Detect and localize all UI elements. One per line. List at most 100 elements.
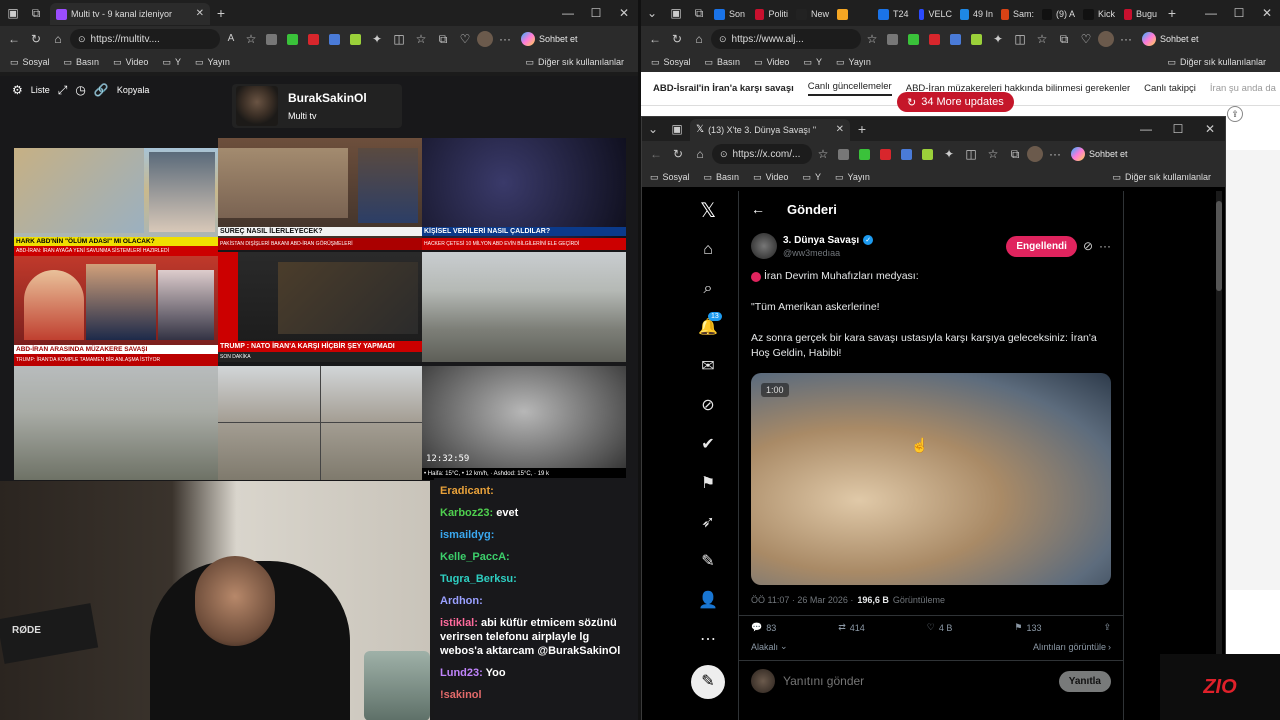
bookmarks-icon[interactable]: ⚑ — [688, 464, 728, 503]
bookmark-basin[interactable]: ▭ Basın — [704, 172, 740, 183]
extension-1-icon[interactable] — [838, 148, 849, 160]
video-tile-1[interactable]: HARK ABD'NİN "ÖLÜM ADASI" MI OLACAK? ABD… — [14, 148, 218, 256]
close-tab-icon[interactable]: ✕ — [196, 9, 204, 19]
favorites-icon[interactable]: ☆ — [983, 148, 1003, 160]
scrollbar-thumb[interactable] — [1216, 201, 1222, 291]
sort-dropdown[interactable]: Alakalı ⌄ — [751, 641, 788, 652]
bookmark-sosyal[interactable]: ▭ Sosyal — [651, 57, 691, 68]
extension-2-icon[interactable] — [908, 33, 919, 45]
new-tab-icon[interactable]: + — [1162, 6, 1182, 20]
bookmark-video[interactable]: ▭ Video — [113, 57, 148, 68]
chat-username[interactable]: ismaildyg: — [440, 529, 494, 541]
copy-button[interactable]: Kopyala — [117, 85, 150, 95]
new-tab-icon[interactable]: + — [210, 6, 232, 20]
home-icon[interactable]: ⌂ — [688, 230, 728, 269]
bookmark-yayin[interactable]: ▭ Yayın — [836, 57, 871, 68]
minimize-icon[interactable]: — — [1131, 123, 1161, 135]
video-tile-9[interactable]: 12:32:59 • Haifa: 15°C, • 12 km/h, · Ash… — [422, 366, 626, 480]
chat-username[interactable]: istiklal: — [440, 617, 478, 629]
bookmark-video[interactable]: ▭ Video — [753, 172, 788, 183]
back-icon[interactable]: ← — [645, 33, 665, 45]
right-tab[interactable]: Son — [711, 3, 750, 25]
split-screen-icon[interactable]: ◫ — [389, 33, 409, 45]
other-bookmarks[interactable]: ▭ Diğer sık kullanılanlar — [1167, 57, 1266, 68]
bookmark-sosyal[interactable]: ▭ Sosyal — [10, 57, 50, 68]
favorite-star-icon[interactable]: ☆ — [863, 33, 881, 45]
bookmark-y[interactable]: ▭ Y — [803, 57, 822, 68]
extensions-icon[interactable]: ✦ — [988, 33, 1008, 45]
split-screen-icon[interactable]: ◫ — [1010, 33, 1030, 45]
extension-1-icon[interactable] — [266, 33, 277, 45]
chat-username[interactable]: Karboz23: — [440, 507, 493, 519]
nav-item-live[interactable]: Canlı güncellemeler — [807, 81, 892, 96]
right-tab[interactable] — [834, 3, 873, 25]
back-icon[interactable]: ← — [4, 33, 24, 45]
home-icon[interactable]: ⌂ — [48, 33, 68, 45]
notifications-bell-icon[interactable]: 🔔 13 — [688, 308, 728, 347]
x-url-field[interactable]: ⊙ https://x.com/... — [712, 144, 812, 164]
like-action[interactable]: ♡ 4 B — [927, 622, 953, 633]
more-updates-badge[interactable]: ↻ 34 More updates — [897, 92, 1014, 112]
video-tile-8[interactable] — [218, 366, 422, 480]
workspaces-icon[interactable]: ▣ — [665, 7, 687, 19]
extension-4-icon[interactable] — [329, 33, 340, 45]
minimize-icon[interactable]: — — [554, 7, 582, 19]
window-close-icon[interactable]: ✕ — [610, 7, 638, 19]
more-menu-icon[interactable]: ··· — [1116, 33, 1136, 45]
minimize-icon[interactable]: — — [1198, 7, 1224, 19]
tab-list-icon[interactable]: ⌄ — [642, 123, 664, 135]
reply-action[interactable]: 💬 83 — [751, 622, 776, 633]
right-tab[interactable]: New — [793, 3, 832, 25]
workspaces-icon[interactable]: ▣ — [0, 7, 26, 19]
compose-post-button[interactable]: ✎ — [691, 665, 725, 699]
grok-icon[interactable]: ⊘ — [688, 386, 728, 425]
read-aloud-icon[interactable]: A — [222, 34, 240, 44]
tweet-video[interactable]: 1:00 ☝ — [751, 373, 1111, 585]
timer-icon[interactable]: ◷ — [75, 84, 85, 96]
grok-explain-icon[interactable]: ⊘ — [1083, 240, 1093, 252]
other-bookmarks[interactable]: ▭ Diğer sık kullanılanlar — [525, 57, 624, 68]
tab-actions-icon[interactable]: ⧉ — [689, 7, 709, 19]
repost-action[interactable]: ⇄ 414 — [838, 622, 865, 633]
copilot-button[interactable]: Sohbet et — [1071, 147, 1128, 161]
share-icon[interactable]: ⇪ — [1227, 106, 1243, 122]
bookmark-y[interactable]: ▭ Y — [162, 57, 181, 68]
chat-username[interactable]: Eradicant: — [440, 485, 494, 497]
post-timestamp[interactable]: ÖÖ 11:07 · 26 Mar 2026 · — [751, 595, 853, 605]
right-tab[interactable]: Bugu — [1121, 3, 1160, 25]
reply-button[interactable]: Yanıtla — [1058, 670, 1111, 692]
workspaces-icon[interactable]: ▣ — [666, 123, 688, 135]
collections-icon[interactable]: ⧉ — [1005, 148, 1025, 160]
right-tab[interactable]: (9) A — [1039, 3, 1078, 25]
blocked-button[interactable]: Engellendi — [1006, 235, 1077, 257]
back-icon[interactable]: ← — [646, 148, 666, 160]
right-tab[interactable]: Kick — [1080, 3, 1119, 25]
favorite-star-icon[interactable]: ☆ — [814, 148, 832, 160]
bookmark-basin[interactable]: ▭ Basın — [705, 57, 741, 68]
favorites-icon[interactable]: ☆ — [1032, 33, 1052, 45]
video-tile-6[interactable] — [422, 252, 626, 362]
jobs-rocket-icon[interactable]: ➶ — [688, 503, 728, 542]
extension-3-icon[interactable] — [929, 33, 940, 45]
home-icon[interactable]: ⌂ — [690, 148, 710, 160]
settings-gear-icon[interactable]: ⚙ — [12, 84, 23, 96]
extension-3-icon[interactable] — [880, 148, 891, 160]
view-quotes-link[interactable]: Alıntıları görüntüle › — [1033, 642, 1111, 652]
home-icon[interactable]: ⌂ — [689, 33, 709, 45]
collections-icon[interactable]: ⧉ — [433, 33, 453, 45]
favorites-icon[interactable]: ☆ — [411, 33, 431, 45]
maximize-icon[interactable]: ☐ — [1226, 7, 1252, 19]
extension-5-icon[interactable] — [971, 33, 982, 45]
extension-5-icon[interactable] — [922, 148, 933, 160]
author-name[interactable]: 3. Dünya Savaşı — [783, 235, 859, 246]
video-tile-2[interactable]: SÜREÇ NASIL İLERLEYECEK? PAKİSTAN DIŞİŞL… — [218, 138, 422, 250]
profile-avatar[interactable] — [1027, 146, 1043, 162]
nav-item-iran-now[interactable]: İran şu anda da — [1210, 83, 1276, 94]
right-tab[interactable]: VELC — [916, 3, 955, 25]
explore-search-icon[interactable]: ⌕ — [688, 269, 728, 308]
back-arrow-icon[interactable]: ← — [751, 202, 765, 216]
video-tile-5[interactable]: TRUMP : NATO İRAN'A KARŞI HİÇBİR ŞEY YAP… — [218, 252, 422, 362]
bookmark-basin[interactable]: ▭ Basın — [64, 57, 100, 68]
verified-orgs-icon[interactable]: ✔ — [688, 425, 728, 464]
bookmark-sosyal[interactable]: ▭ Sosyal — [650, 172, 690, 183]
